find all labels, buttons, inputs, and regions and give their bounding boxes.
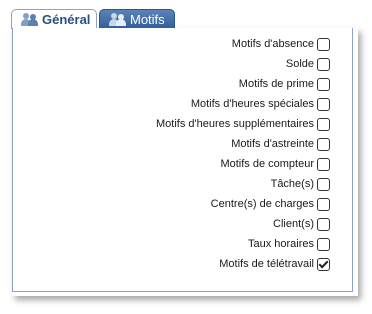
motif-label: Motifs de compteur [220, 158, 314, 170]
motif-checkbox[interactable] [317, 257, 330, 271]
tab-general[interactable]: Général [11, 9, 97, 28]
tab-motifs[interactable]: Motifs [99, 9, 175, 28]
list-item: Client(s) [30, 214, 330, 234]
motif-label: Motifs de télétravail [219, 258, 314, 270]
motif-label: Motifs d'absence [231, 38, 314, 50]
list-item: Motifs d'heures spéciales [30, 94, 330, 114]
tab-general-label: Général [42, 11, 91, 27]
motif-label: Motifs d'astreinte [231, 138, 314, 150]
tab-motifs-label: Motifs [130, 11, 165, 27]
motif-label: Motifs d'heures spéciales [190, 98, 314, 110]
motif-label: Motifs d'heures supplémentaires [155, 118, 314, 130]
motif-checkbox[interactable] [317, 57, 330, 71]
motif-checkbox[interactable] [317, 157, 330, 171]
list-item: Motifs d'absence [30, 34, 330, 54]
list-item: Motifs d'astreinte [30, 134, 330, 154]
motif-label: Taux horaires [247, 238, 314, 250]
motif-checkbox[interactable] [317, 97, 330, 111]
motif-checkbox[interactable] [317, 37, 330, 51]
motif-checkbox[interactable] [317, 197, 330, 211]
list-item: Tâche(s) [30, 174, 330, 194]
list-item: Solde [30, 54, 330, 74]
list-item: Motifs de compteur [30, 154, 330, 174]
motif-label: Centre(s) de charges [210, 198, 314, 210]
list-item: Motifs de prime [30, 74, 330, 94]
users-icon [109, 12, 127, 26]
list-item: Motifs d'heures supplémentaires [30, 114, 330, 134]
list-item: Centre(s) de charges [30, 194, 330, 214]
motif-label: Solde [285, 58, 314, 70]
motif-checkbox[interactable] [317, 77, 330, 91]
motif-checkbox[interactable] [317, 137, 330, 151]
motif-label: Motifs de prime [238, 78, 314, 90]
motif-checkbox[interactable] [317, 237, 330, 251]
tab-strip: Général Motifs [11, 9, 353, 29]
list-item: Motifs de télétravail [30, 254, 330, 274]
motif-label: Client(s) [273, 218, 314, 230]
motifs-list: Motifs d'absence Solde Motifs de prime M… [30, 34, 330, 274]
motif-checkbox[interactable] [317, 217, 330, 231]
motif-label: Tâche(s) [270, 178, 314, 190]
motif-checkbox[interactable] [317, 177, 330, 191]
list-item: Taux horaires [30, 234, 330, 254]
users-icon [21, 12, 39, 26]
motif-checkbox[interactable] [317, 117, 330, 131]
